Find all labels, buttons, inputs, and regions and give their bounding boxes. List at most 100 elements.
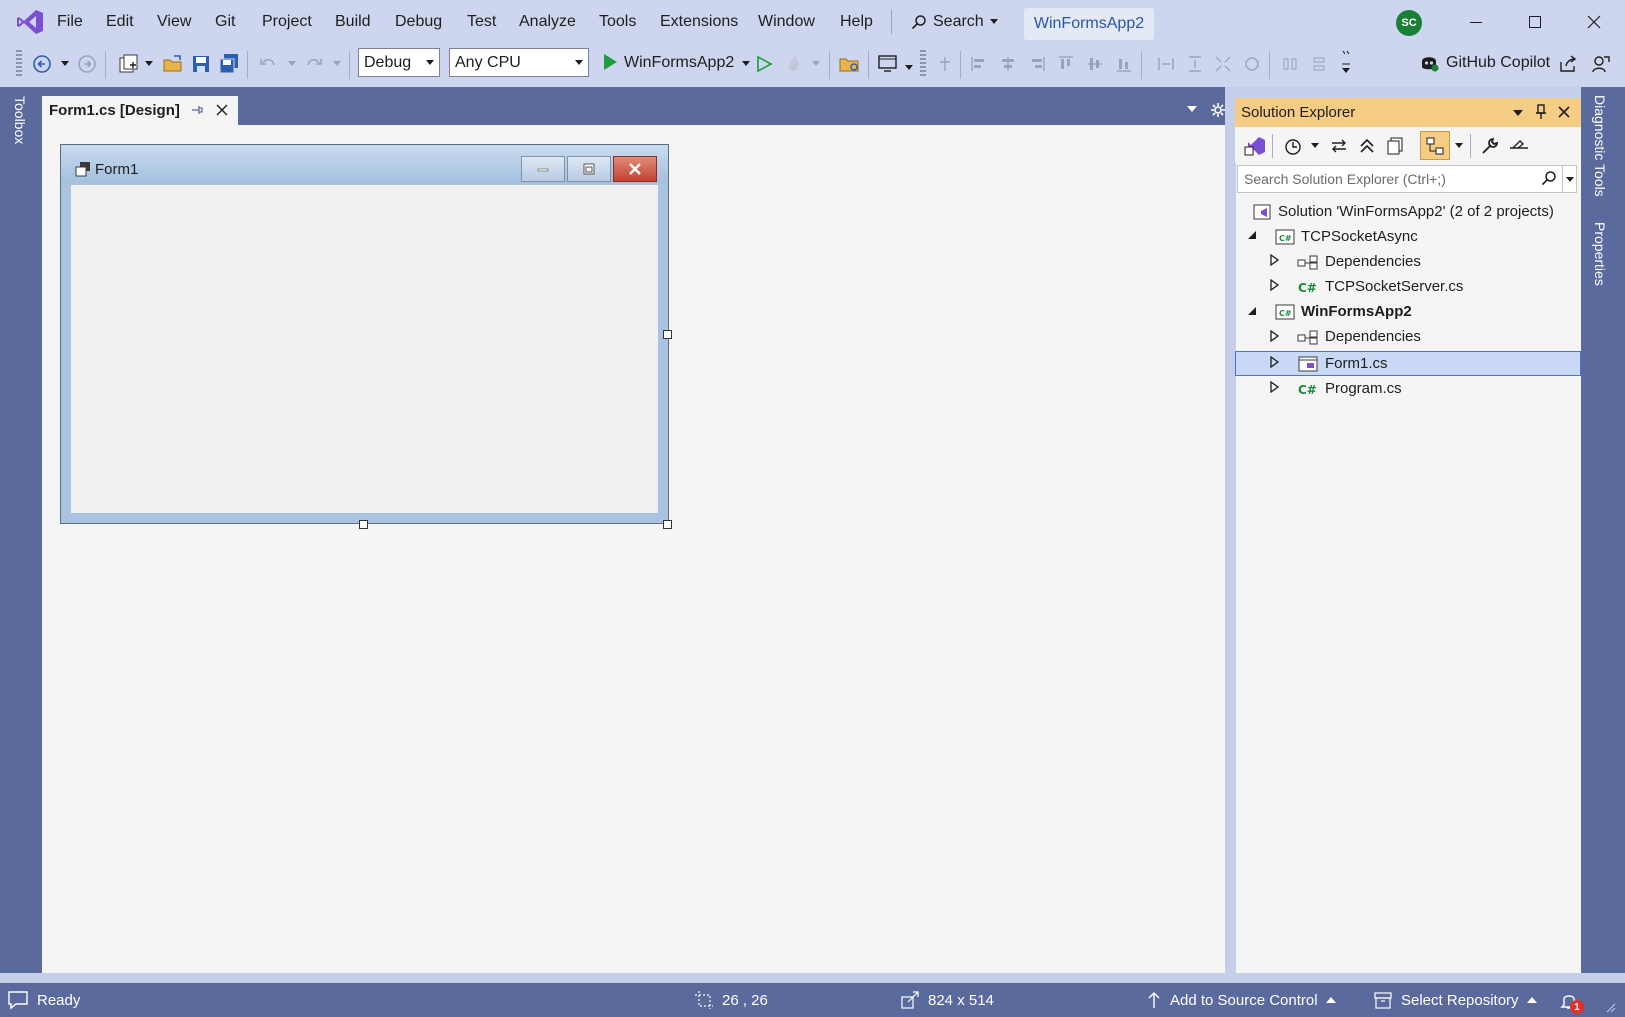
toolbar-overflow-chevron-icon[interactable]	[1340, 48, 1352, 78]
search-options-chevron-down-icon[interactable]	[1562, 165, 1577, 193]
size-to-grid-icon[interactable]	[1211, 52, 1235, 76]
collapsed-triangle-icon[interactable]	[1270, 381, 1280, 393]
start-debugging-icon[interactable]	[602, 53, 618, 71]
preview-design-icon[interactable]	[1507, 134, 1531, 158]
toolbar-grip[interactable]	[16, 50, 22, 76]
redo-icon[interactable]	[302, 52, 326, 76]
window-resize-grip-icon[interactable]	[1604, 1001, 1616, 1013]
menu-tools[interactable]: Tools	[599, 13, 636, 31]
properties-tab[interactable]: Properties	[1592, 222, 1608, 286]
start-without-debugging-icon[interactable]	[752, 52, 776, 76]
select-repository-button[interactable]: Select Repository	[1373, 990, 1537, 1010]
save-icon[interactable]	[189, 52, 213, 76]
solution-platform-select[interactable]: Any CPU	[449, 48, 589, 77]
search-icon[interactable]	[1541, 170, 1557, 186]
redo-dropdown-chevron-icon[interactable]	[333, 61, 341, 66]
pin-panel-icon[interactable]	[1535, 104, 1547, 120]
preview-selected-items-icon[interactable]	[1423, 134, 1447, 158]
tree-item-form1-selected[interactable]	[1235, 351, 1581, 376]
collapsed-triangle-icon[interactable]	[1270, 330, 1280, 342]
solution-search-input[interactable]: Search Solution Explorer (Ctrl+;)	[1237, 165, 1577, 193]
visual-studio-logo-icon[interactable]	[16, 9, 44, 35]
align-tops-icon[interactable]	[1054, 52, 1078, 76]
new-project-icon[interactable]	[116, 52, 140, 76]
back-dropdown-chevron-icon[interactable]	[61, 61, 69, 66]
share-icon[interactable]	[1556, 52, 1580, 76]
menu-help[interactable]: Help	[840, 13, 873, 31]
close-tab-icon[interactable]	[215, 103, 229, 117]
menu-view[interactable]: View	[157, 13, 191, 31]
tree-item-tcpsocketserver-file[interactable]: C# TCPSocketServer.cs	[1297, 274, 1463, 299]
menu-test[interactable]: Test	[467, 13, 496, 31]
browser-link-icon[interactable]	[876, 52, 900, 76]
collapsed-triangle-icon[interactable]	[1270, 254, 1280, 266]
add-to-source-control-button[interactable]: Add to Source Control	[1146, 990, 1336, 1010]
minimize-window-button[interactable]	[1456, 9, 1496, 35]
form1-client-area[interactable]	[70, 184, 659, 514]
expanded-triangle-icon[interactable]	[1247, 230, 1257, 240]
tree-item-project-winformsapp2[interactable]: C# WinFormsApp2	[1275, 299, 1412, 324]
filter-dropdown-chevron-icon[interactable]	[1311, 143, 1319, 148]
menu-debug[interactable]: Debug	[395, 13, 442, 31]
tree-item-dependencies[interactable]: Dependencies	[1297, 249, 1421, 274]
menu-window[interactable]: Window	[758, 13, 815, 31]
diagnostic-tools-tab[interactable]: Diagnostic Tools	[1592, 95, 1608, 197]
align-centers-icon[interactable]	[996, 52, 1020, 76]
solution-configuration-select[interactable]: Debug	[358, 48, 440, 77]
make-same-width-icon[interactable]	[1154, 52, 1178, 76]
user-avatar[interactable]: SC	[1396, 10, 1422, 36]
align-lefts-icon[interactable]	[967, 52, 991, 76]
maximize-window-button[interactable]	[1515, 9, 1555, 35]
tree-item-form1-file[interactable]: Form1.cs	[1297, 351, 1388, 376]
undo-icon[interactable]	[256, 52, 280, 76]
close-panel-icon[interactable]	[1558, 106, 1570, 118]
resize-handle-bottom-right[interactable]	[663, 520, 672, 529]
switch-views-icon[interactable]	[1243, 134, 1267, 158]
open-folder-in-explorer-icon[interactable]	[838, 52, 862, 76]
start-debugging-button[interactable]: WinFormsApp2	[624, 51, 751, 75]
pending-changes-filter-icon[interactable]	[1281, 134, 1305, 158]
save-all-icon[interactable]	[217, 52, 241, 76]
sync-with-active-document-icon[interactable]	[1327, 134, 1351, 158]
tab-form1-design[interactable]: Form1.cs [Design]	[42, 96, 238, 125]
github-copilot-button[interactable]: GitHub Copilot	[1418, 50, 1550, 76]
close-window-button[interactable]	[1574, 9, 1614, 35]
menu-file[interactable]: File	[57, 13, 83, 31]
resize-handle-right[interactable]	[663, 330, 672, 339]
tab-overflow-chevron-down-icon[interactable]	[1186, 103, 1198, 115]
menu-extensions[interactable]: Extensions	[660, 13, 738, 31]
tree-item-dependencies[interactable]: Dependencies	[1297, 324, 1421, 349]
feedback-icon[interactable]	[1589, 52, 1613, 76]
center-vertically-icon[interactable]	[1307, 52, 1331, 76]
undo-dropdown-chevron-icon[interactable]	[288, 61, 296, 66]
navigate-back-icon[interactable]	[30, 52, 54, 76]
toolbar-grip[interactable]	[920, 50, 926, 76]
open-file-icon[interactable]	[161, 52, 185, 76]
collapsed-triangle-icon[interactable]	[1270, 279, 1280, 291]
align-bottoms-icon[interactable]	[1112, 52, 1136, 76]
hot-reload-icon[interactable]	[782, 52, 806, 76]
zoom-icon[interactable]	[1240, 52, 1264, 76]
pin-tab-icon[interactable]	[190, 103, 204, 117]
expanded-triangle-icon[interactable]	[1247, 306, 1257, 316]
preview-dropdown-chevron-icon[interactable]	[1455, 143, 1463, 148]
collapse-all-icon[interactable]	[1355, 134, 1379, 158]
align-middles-icon[interactable]	[1083, 52, 1107, 76]
show-all-files-icon[interactable]	[1383, 134, 1407, 158]
resize-handle-bottom[interactable]	[359, 520, 368, 529]
properties-wrench-icon[interactable]	[1478, 134, 1502, 158]
navigate-forward-icon[interactable]	[75, 52, 99, 76]
center-horizontally-icon[interactable]	[1278, 52, 1302, 76]
window-position-chevron-down-icon[interactable]	[1512, 108, 1524, 118]
tree-item-program-file[interactable]: C# Program.cs	[1297, 376, 1402, 401]
global-search-button[interactable]: Search	[911, 10, 1001, 34]
menu-analyze[interactable]: Analyze	[519, 13, 576, 31]
toolbox-tab[interactable]: Toolbox	[12, 96, 28, 144]
solution-name-badge[interactable]: WinFormsApp2	[1024, 8, 1154, 40]
menu-build[interactable]: Build	[335, 13, 371, 31]
collapsed-triangle-icon[interactable]	[1270, 356, 1280, 368]
menu-project[interactable]: Project	[262, 13, 312, 31]
browser-link-dropdown-chevron-icon[interactable]	[905, 65, 913, 70]
menu-edit[interactable]: Edit	[106, 13, 134, 31]
align-to-grid-icon[interactable]	[933, 52, 957, 76]
